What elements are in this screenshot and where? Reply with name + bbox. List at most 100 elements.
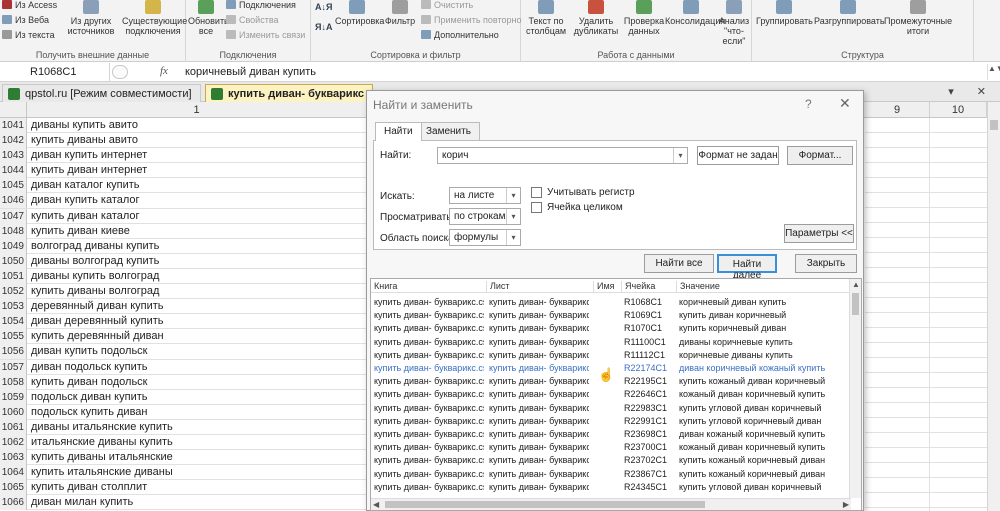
insert-function-button[interactable]: fx [160, 65, 168, 77]
cell[interactable]: купить диваны итальянские [31, 451, 173, 463]
row-header[interactable]: 1041 [0, 118, 27, 133]
result-row[interactable]: купить диван- букварикс.csv купить диван-… [371, 322, 851, 335]
row-header[interactable]: 1061 [0, 419, 27, 435]
cell[interactable]: купить диван подольск [31, 376, 147, 388]
results-horizontal-scrollbar[interactable]: ◀ ▶ [371, 498, 851, 510]
sort-za-button[interactable]: Я↓А [315, 22, 332, 32]
row-header[interactable]: 1049 [0, 238, 27, 254]
result-row[interactable]: купить диван- букварикс.csv купить диван-… [371, 454, 851, 467]
result-row[interactable]: купить диван- букварикс.csv купить диван-… [371, 402, 851, 415]
cell[interactable]: диван купить каталог [31, 194, 140, 206]
table-row[interactable]: 1050 диваны волгоград купить [0, 253, 370, 269]
col-sheet[interactable]: Лист [486, 281, 510, 292]
tab-qpstol[interactable]: qpstol.ru [Режим совместимости] [2, 84, 201, 102]
table-row[interactable]: 1044 купить диван интернет [0, 163, 370, 179]
row-header[interactable]: 1055 [0, 329, 27, 345]
from-access-button[interactable]: Из Access [2, 0, 57, 10]
reapply-button[interactable]: Применить повторно [421, 15, 521, 25]
result-row[interactable]: купить диван- букварикс.csv купить диван-… [371, 296, 851, 309]
table-row[interactable]: 1041 диваны купить авито [0, 118, 370, 134]
table-row[interactable]: 1048 купить диван киеве [0, 223, 370, 239]
scroll-thumb[interactable] [852, 293, 859, 315]
within-select[interactable]: на листе ▾ [449, 187, 521, 204]
cell[interactable]: диван купить подольск [31, 345, 147, 357]
row-header[interactable]: 1045 [0, 178, 27, 194]
row-header[interactable]: 1063 [0, 450, 27, 466]
window-controls[interactable]: ▾ ✕ [948, 85, 996, 98]
tab-find[interactable]: Найти [375, 122, 422, 141]
cell[interactable]: купить диван интернет [31, 164, 147, 176]
result-row[interactable]: купить диван- букварикс.csv купить диван-… [371, 349, 851, 362]
table-row[interactable]: 1062 итальянские диваны купить [0, 434, 370, 451]
row-header[interactable]: 1042 [0, 133, 27, 149]
result-row[interactable]: купить диван- букварикс.csv купить диван-… [371, 441, 851, 454]
find-input[interactable]: корич [437, 147, 687, 164]
find-all-button[interactable]: Найти все [644, 254, 714, 273]
table-row[interactable]: 1063 купить диваны итальянские [0, 450, 370, 466]
col-book[interactable]: Книга [371, 281, 397, 292]
table-row[interactable]: 1042 купить диваны авито [0, 133, 370, 149]
column-header-1[interactable]: 1 [27, 102, 367, 118]
format-button[interactable]: Формат... [787, 146, 853, 165]
row-header[interactable]: 1043 [0, 148, 27, 164]
row-header[interactable]: 1050 [0, 253, 27, 269]
cell[interactable]: диван милан купить [31, 496, 133, 508]
properties-button[interactable]: Свойства [226, 15, 279, 25]
worksheet-grid-right[interactable] [865, 118, 987, 511]
col-name[interactable]: Имя [593, 281, 615, 292]
find-next-button[interactable]: Найти далее [717, 254, 777, 281]
table-row[interactable]: 1066 диван милан купить [0, 495, 370, 511]
whole-cell-checkbox[interactable] [531, 202, 542, 213]
column-header-10[interactable]: 10 [930, 102, 987, 118]
row-header[interactable]: 1065 [0, 480, 27, 496]
column-header-9[interactable]: 9 [865, 102, 930, 118]
vertical-scrollbar[interactable] [987, 102, 1000, 511]
match-case-checkbox[interactable] [531, 187, 542, 198]
scroll-left-icon[interactable]: ◀ [373, 500, 379, 509]
result-row[interactable]: купить диван- букварикс.csv купить диван-… [371, 468, 851, 481]
edit-links-button[interactable]: Изменить связи [226, 30, 305, 40]
row-header[interactable]: 1057 [0, 359, 27, 375]
select-all-corner[interactable] [0, 102, 27, 118]
table-row[interactable]: 1054 диван деревянный купить [0, 314, 370, 330]
row-header[interactable]: 1056 [0, 344, 27, 360]
cell[interactable]: диван каталог купить [31, 179, 140, 191]
tab-kupit-divan[interactable]: купить диван- букварикс× [205, 84, 386, 102]
col-value[interactable]: Значение [676, 281, 720, 292]
search-order-select[interactable]: по строкам ▾ [449, 208, 521, 225]
table-row[interactable]: 1059 подольск диван купить [0, 389, 370, 405]
whole-cell-label[interactable]: Ячейка целиком [547, 202, 623, 213]
cell[interactable]: подольск диван купить [31, 391, 147, 403]
table-row[interactable]: 1043 диван купить интернет [0, 148, 370, 164]
table-row[interactable]: 1051 диваны купить волгоград [0, 268, 370, 285]
scroll-thumb[interactable] [385, 501, 705, 508]
row-header[interactable]: 1054 [0, 314, 27, 330]
cell[interactable]: купить итальянские диваны [31, 466, 173, 478]
row-header[interactable]: 1048 [0, 223, 27, 239]
result-row[interactable]: купить диван- букварикс.csv купить диван-… [371, 481, 851, 494]
options-button[interactable]: Параметры << [784, 224, 854, 243]
table-row[interactable]: 1060 подольск купить диван [0, 404, 370, 420]
formula-input[interactable]: коричневый диван купить [185, 66, 316, 78]
table-row[interactable]: 1058 купить диван подольск [0, 374, 370, 390]
from-other-sources-button[interactable]: Из других источников [62, 0, 120, 36]
from-web-button[interactable]: Из Веба [2, 15, 49, 25]
look-in-select[interactable]: формулы ▾ [449, 229, 521, 246]
row-header[interactable]: 1058 [0, 374, 27, 390]
table-row[interactable]: 1047 купить диван каталог [0, 208, 370, 224]
cell[interactable]: купить деревянный диван [31, 330, 164, 342]
row-header[interactable]: 1064 [0, 465, 27, 481]
cell[interactable]: диваны волгоград купить [31, 255, 159, 267]
subtotal-button[interactable]: Промежуточные итоги [884, 0, 952, 36]
help-button[interactable]: ? [805, 97, 812, 111]
table-row[interactable]: 1052 купить диваны волгоград [0, 284, 370, 300]
name-box-dropdown[interactable] [112, 65, 128, 79]
clear-filter-button[interactable]: Очистить [421, 0, 473, 10]
col-cell[interactable]: Ячейка [621, 281, 655, 292]
result-row[interactable]: купить диван- букварикс.csv купить диван-… [371, 388, 851, 401]
result-row[interactable]: купить диван- букварикс.csv купить диван-… [371, 415, 851, 428]
cell[interactable]: диваны купить авито [31, 119, 138, 131]
row-header[interactable]: 1046 [0, 193, 27, 209]
expand-formula-bar-button[interactable]: ▲▼ [987, 64, 1000, 80]
result-row[interactable]: купить диван- букварикс.csv купить диван-… [371, 336, 851, 349]
